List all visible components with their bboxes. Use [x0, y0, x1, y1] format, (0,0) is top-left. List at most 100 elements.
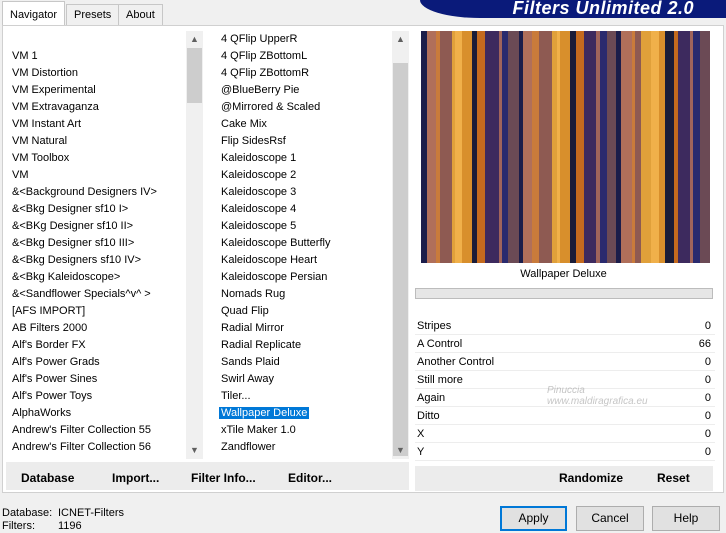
database-info: Database: [2, 507, 52, 519]
list-item[interactable]: &<Bkg Designer sf10 I> [12, 201, 128, 218]
reset-button[interactable]: Reset [657, 471, 690, 485]
list-item-label: Alf's Border FX [12, 339, 86, 351]
list-item-label: Andrew's Filter Collection 55 [12, 424, 152, 436]
scroll-down-icon[interactable]: ▼ [392, 442, 409, 459]
list-item[interactable]: @Mirrored & Scaled [221, 99, 320, 116]
list-item[interactable]: VM 1 [12, 48, 38, 65]
list-item[interactable]: AB Filters 2000 [12, 320, 87, 337]
list-item[interactable]: Alf's Border FX [12, 337, 86, 354]
param-row[interactable]: Stripes 0 [415, 318, 715, 335]
category-list[interactable]: VM 1 VM Distortion VM Experimental VM Extra… [8, 31, 186, 459]
scroll-up-icon[interactable]: ▲ [392, 31, 409, 48]
list-item[interactable]: Kaleidoscope 3 [221, 184, 296, 201]
list-item[interactable]: Alf's Power Grads [12, 354, 100, 371]
list-item-label: Kaleidoscope 4 [221, 203, 297, 215]
list-item[interactable]: xTile Maker 1.0 [221, 422, 296, 439]
cancel-button[interactable]: Cancel [576, 506, 644, 531]
preview-stripe [693, 31, 700, 263]
list-item-label: VM Natural [12, 135, 68, 147]
list-item[interactable]: Kaleidoscope Butterfly [221, 235, 330, 252]
help-button[interactable]: Help [652, 506, 720, 531]
preview-stripe [584, 31, 596, 263]
list-item[interactable]: Alf's Power Sines [12, 371, 97, 388]
list-item[interactable]: VM [12, 167, 29, 184]
filter-info-button[interactable]: Filter Info... [191, 471, 256, 485]
list-item-label: Andrew's Filter Collection 56 [12, 441, 152, 453]
list-item[interactable]: Kaleidoscope Heart [221, 252, 317, 269]
list-item[interactable]: Sands Plaid [221, 354, 280, 371]
list-item[interactable]: VM Experimental [12, 82, 96, 99]
list-item[interactable]: &<Bkg Kaleidoscope> [12, 269, 120, 286]
list-item[interactable]: Radial Replicate [221, 337, 301, 354]
list-item[interactable]: Kaleidoscope Persian [221, 269, 327, 286]
list-item[interactable]: VM Instant Art [12, 116, 81, 133]
list-item[interactable]: VM Natural [12, 133, 67, 150]
param-value: 0 [704, 392, 711, 404]
param-row[interactable]: Another Control 0 [415, 354, 715, 371]
list-item[interactable]: Tiler... [221, 388, 251, 405]
list-item[interactable]: VM Distortion [12, 65, 78, 82]
preview-stripe [641, 31, 651, 263]
list-item-label: AlphaWorks [12, 407, 72, 419]
filter-list[interactable]: 4 QFlip UpperR 4 QFlip ZBottomL 4 QFlip ZB… [218, 31, 392, 459]
list-item[interactable]: &<Sandflower Specials^v^ > [12, 286, 151, 303]
list-item[interactable]: 4 QFlip ZBottomL [221, 48, 307, 65]
list-item[interactable]: &<Bkg Designers sf10 IV> [12, 252, 141, 269]
list-item[interactable]: Cake Mix [221, 116, 267, 133]
list-item-label: VM [12, 169, 29, 181]
list-item[interactable]: 4 QFlip UpperR [221, 31, 297, 48]
list-item[interactable]: AlphaWorks [12, 405, 71, 422]
randomize-button[interactable]: Randomize [559, 471, 623, 485]
param-row[interactable]: Y 0 [415, 444, 715, 461]
list-item[interactable]: Kaleidoscope 2 [221, 167, 296, 184]
tab-about[interactable]: About [118, 4, 163, 25]
database-button[interactable]: Database [21, 471, 74, 485]
list-item[interactable]: Kaleidoscope 5 [221, 218, 296, 235]
param-row[interactable]: X 0 [415, 426, 715, 443]
list-item[interactable]: VM Extravaganza [12, 99, 99, 116]
list-item[interactable]: Kaleidoscope 4 [221, 201, 296, 218]
watermark-line2: www.maldiragrafica.eu [547, 396, 648, 407]
list-item[interactable]: Andrew's Filter Collection 57 [12, 456, 151, 459]
tab-presets[interactable]: Presets [66, 4, 120, 25]
preview-stripe [485, 31, 499, 263]
category-scrollbar[interactable]: ▲ ▼ [186, 31, 203, 459]
list-item[interactable]: @BlueBerry Pie [221, 82, 299, 99]
list-item-label: Kaleidoscope Heart [221, 254, 318, 266]
filter-scrollbar[interactable]: ▲ ▼ [392, 31, 409, 459]
param-row[interactable]: A Control 66 [415, 336, 715, 353]
list-item[interactable]: Swirl Away [221, 371, 274, 388]
list-item[interactable]: Alf's Power Toys [12, 388, 92, 405]
list-item[interactable]: &<BKg Designer sf10 II> [12, 218, 133, 235]
list-item-label: Flip SidesRsf [221, 135, 286, 147]
list-item-label: VM Experimental [12, 84, 96, 96]
tab-navigator[interactable]: Navigator [2, 1, 66, 26]
scroll-thumb[interactable] [393, 63, 408, 456]
list-item[interactable]: &<Background Designers IV> [12, 184, 157, 201]
list-item-label: &<Bkg Kaleidoscope> [12, 271, 121, 283]
scroll-thumb[interactable] [187, 48, 202, 103]
list-item[interactable]: Flip SidesRsf [221, 133, 286, 150]
list-item[interactable]: Kaleidoscope 1 [221, 150, 296, 167]
list-item[interactable]: 4 QFlip ZBottomR [221, 65, 309, 82]
list-item[interactable]: &<Bkg Designer sf10 III> [12, 235, 134, 252]
list-item[interactable]: Wallpaper Deluxe [219, 405, 310, 422]
list-item[interactable]: Andrew's Filter Collection 56 [12, 439, 151, 456]
list-item[interactable]: Andrew's Filter Collection 55 [12, 422, 151, 439]
list-item-label: 4 QFlip ZBottomR [221, 67, 310, 79]
import-button[interactable]: Import... [112, 471, 159, 485]
param-value: 0 [704, 410, 711, 422]
preview-stripe [560, 31, 570, 263]
editor-button[interactable]: Editor... [288, 471, 332, 485]
list-item[interactable]: VM Toolbox [12, 150, 69, 167]
list-item[interactable]: Zandflower [221, 439, 275, 456]
list-item[interactable]: Quad Flip [221, 303, 269, 320]
scroll-down-icon[interactable]: ▼ [186, 442, 203, 459]
scroll-up-icon[interactable]: ▲ [186, 31, 203, 48]
list-item[interactable]: [AFS IMPORT] [12, 303, 85, 320]
param-row[interactable]: Ditto 0 [415, 408, 715, 425]
list-item[interactable]: Radial Mirror [221, 320, 284, 337]
filters-label: Filters: [2, 520, 35, 532]
list-item[interactable]: Nomads Rug [221, 286, 285, 303]
apply-button[interactable]: Apply [500, 506, 567, 531]
